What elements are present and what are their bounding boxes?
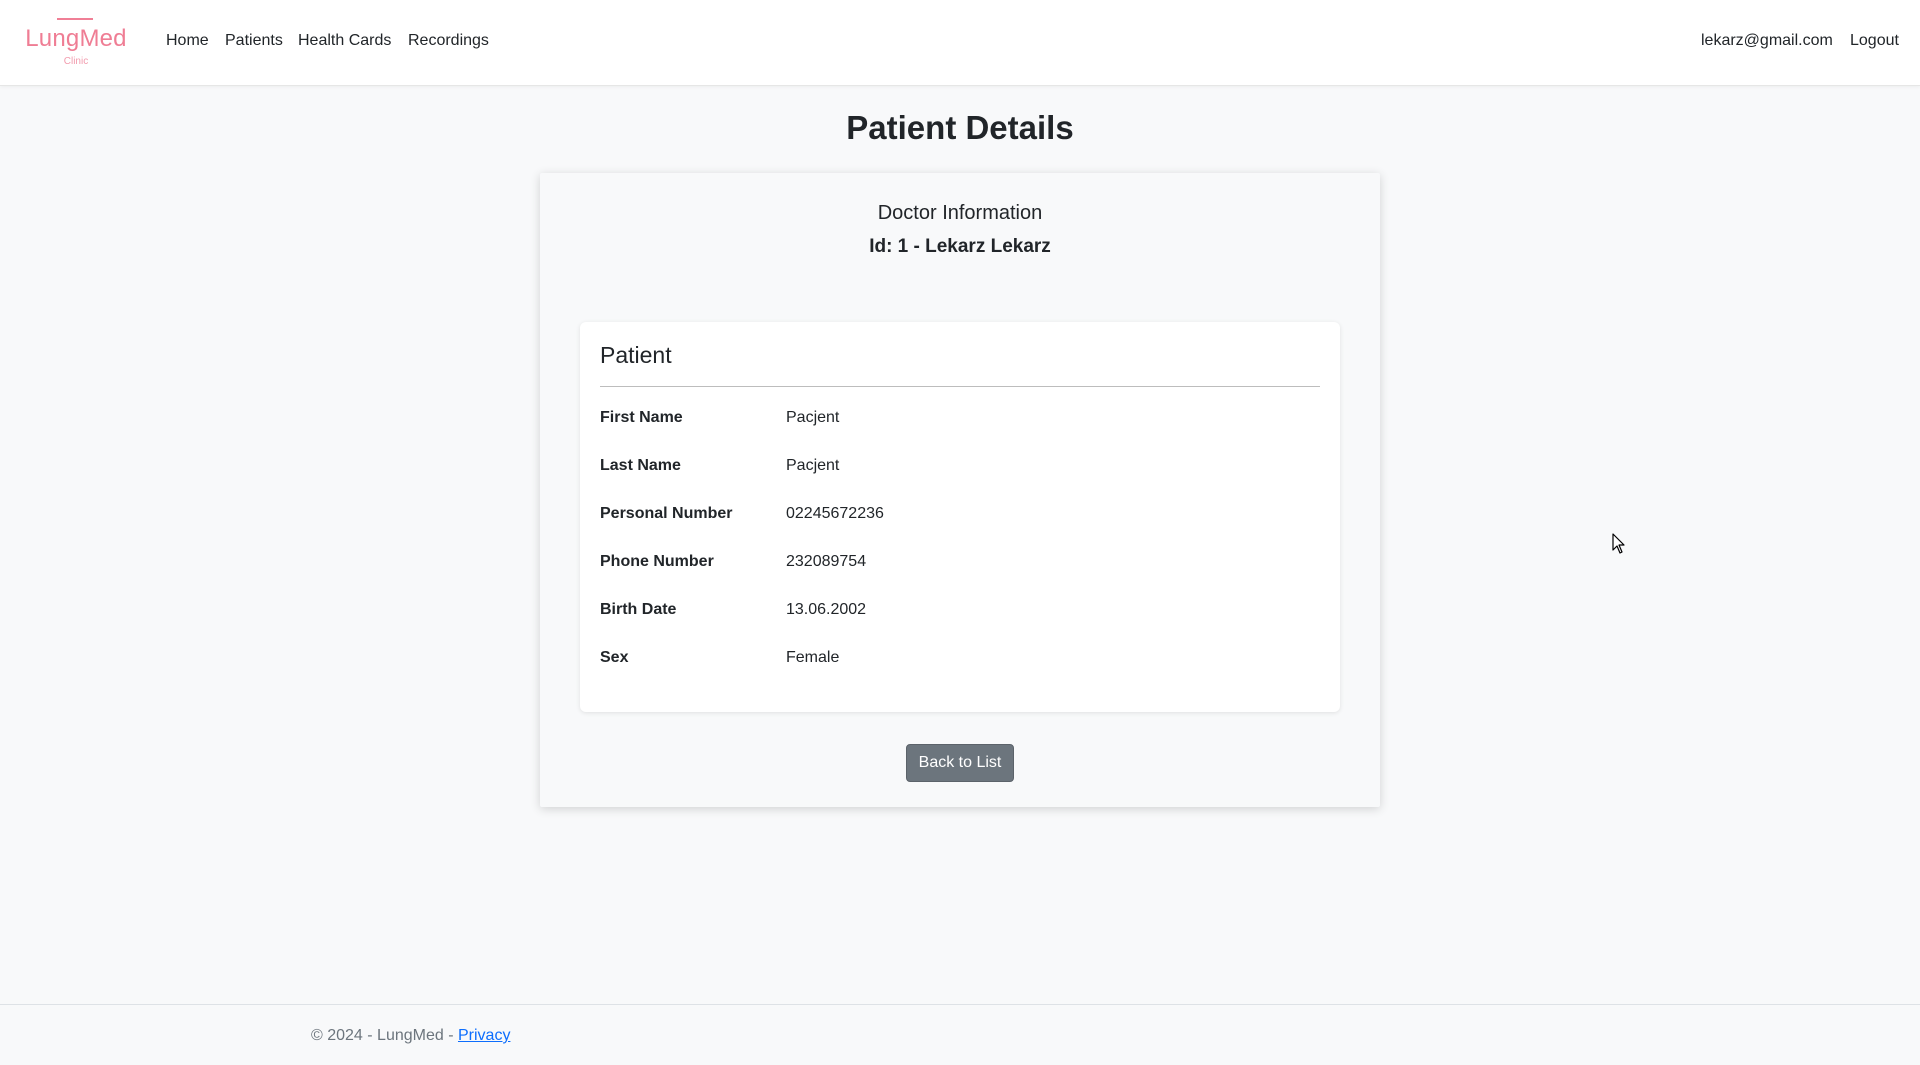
brand-subtitle: Clinic — [63, 56, 89, 67]
nav-home[interactable]: Home — [166, 32, 209, 50]
field-value: Pacjent — [786, 409, 840, 426]
field-row-personal-number: Personal Number 02245672236 — [600, 505, 1320, 525]
patient-card: Patient First Name Pacjent Last Name Pac… — [580, 322, 1340, 712]
field-label: Last Name — [600, 457, 681, 474]
brand-name: LungMed — [25, 25, 127, 52]
logout-link[interactable]: Logout — [1850, 32, 1899, 50]
patient-card-title: Patient — [600, 342, 672, 368]
field-row-first-name: First Name Pacjent — [600, 409, 1320, 429]
privacy-link[interactable]: Privacy — [458, 1027, 510, 1044]
field-label: First Name — [600, 409, 683, 426]
nav-health-cards[interactable]: Health Cards — [298, 32, 391, 50]
back-to-list-button[interactable]: Back to List — [906, 744, 1014, 782]
mouse-cursor-icon — [1612, 533, 1625, 554]
brand-logo[interactable]: LungMed Clinic — [18, 16, 134, 70]
field-label: Phone Number — [600, 553, 714, 570]
field-label: Personal Number — [600, 505, 733, 522]
top-navbar: LungMed Clinic Home Patients Health Card… — [0, 0, 1920, 86]
nav-patients[interactable]: Patients — [225, 32, 283, 50]
doctor-id-line: Id: 1 - Lekarz Lekarz — [869, 236, 1051, 257]
field-row-sex: Sex Female — [600, 649, 1320, 669]
field-value: 13.06.2002 — [786, 601, 867, 618]
field-value: 232089754 — [786, 553, 867, 570]
nav-recordings[interactable]: Recordings — [408, 32, 489, 50]
divider — [600, 386, 1320, 387]
field-label: Birth Date — [600, 601, 677, 618]
field-row-birth-date: Birth Date 13.06.2002 — [600, 601, 1320, 621]
brand-accent-line — [57, 18, 93, 20]
page-title: Patient Details — [846, 109, 1074, 146]
footer-copyright: © 2024 - LungMed - — [311, 1027, 458, 1044]
user-email-link[interactable]: lekarz@gmail.com — [1701, 32, 1833, 50]
footer-text: © 2024 - LungMed - Privacy — [311, 1027, 510, 1045]
footer: © 2024 - LungMed - Privacy — [0, 1004, 1920, 1065]
field-value: Pacjent — [786, 457, 840, 474]
doctor-info-heading: Doctor Information — [877, 202, 1043, 224]
field-value: 02245672236 — [786, 505, 884, 522]
details-card: Doctor Information Id: 1 - Lekarz Lekarz… — [540, 173, 1380, 807]
field-row-phone-number: Phone Number 232089754 — [600, 553, 1320, 573]
field-label: Sex — [600, 649, 629, 666]
field-value: Female — [786, 649, 840, 666]
field-row-last-name: Last Name Pacjent — [600, 457, 1320, 477]
